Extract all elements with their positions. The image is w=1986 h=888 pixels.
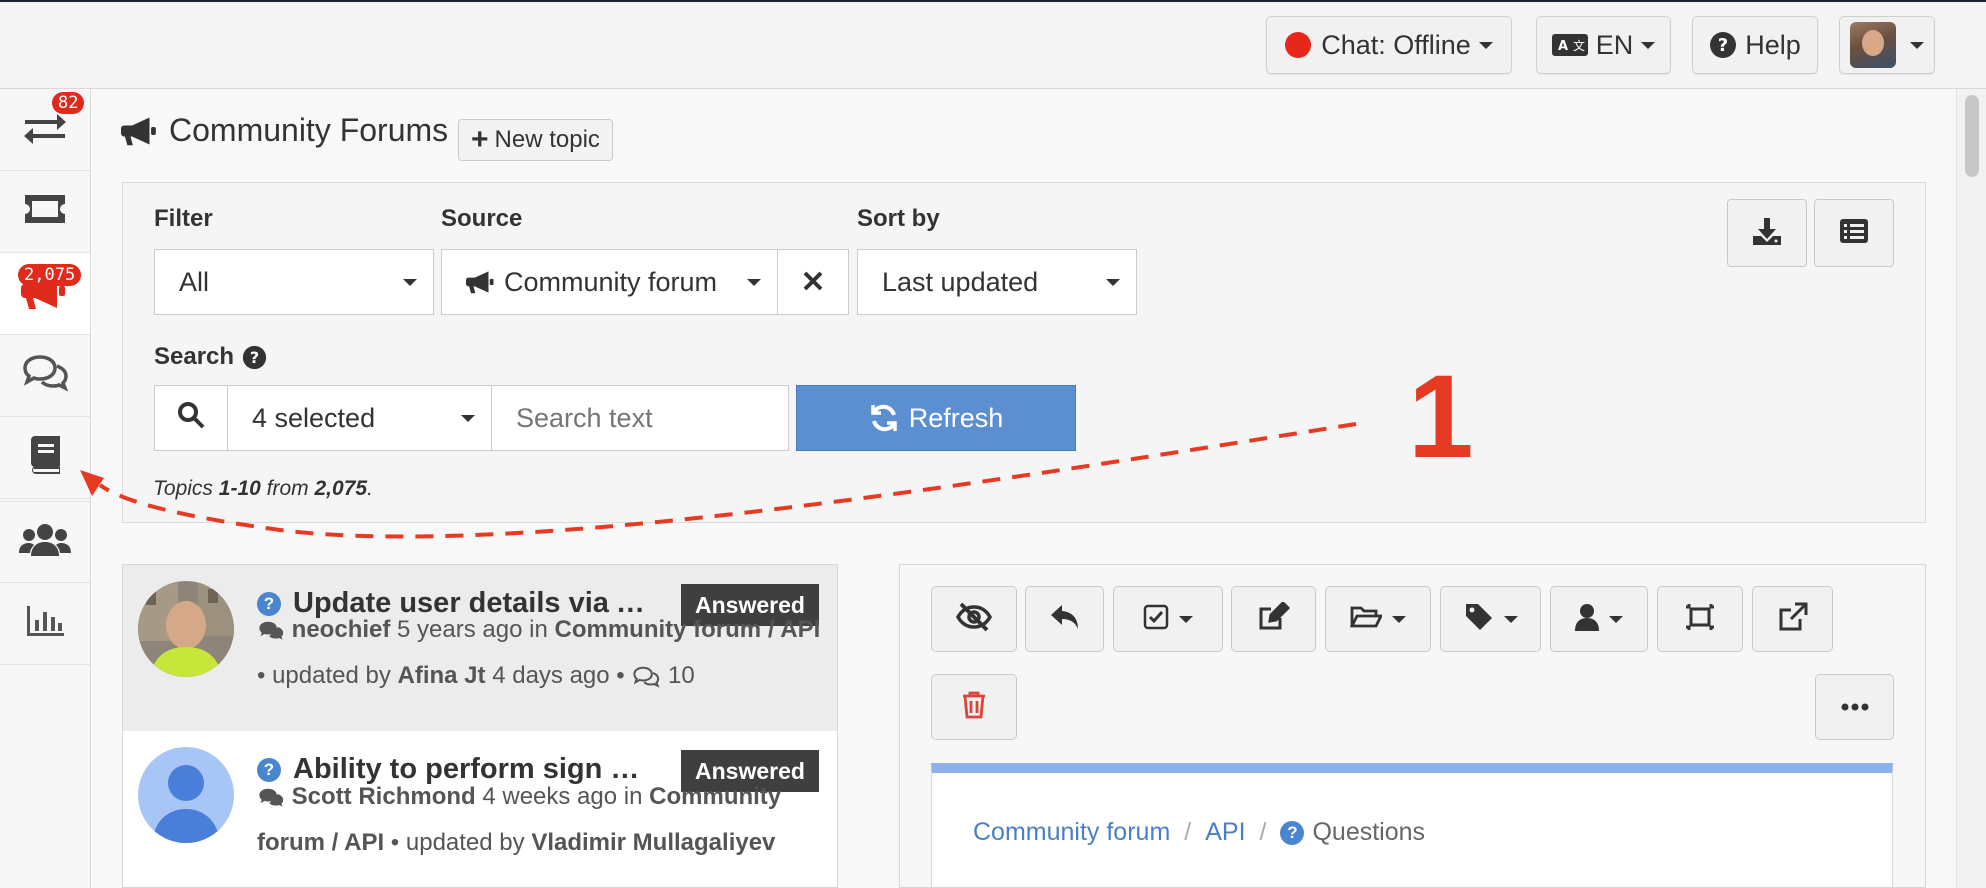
- list-item[interactable]: ? Update user details via API Answered n…: [123, 565, 837, 731]
- topic-meta: Scott Richmond 4 weeks ago in Community …: [257, 774, 827, 866]
- eye-slash-icon: [955, 602, 993, 637]
- chevron-down-icon: [1179, 615, 1193, 623]
- annotation-number: 1: [1408, 351, 1474, 483]
- reply-icon: [1050, 604, 1080, 635]
- delete-button[interactable]: [931, 674, 1017, 740]
- external-link-icon: [1778, 602, 1808, 637]
- fullscreen-button[interactable]: [1657, 586, 1743, 652]
- comments-icon: [257, 787, 285, 809]
- topic-author[interactable]: Scott Richmond: [292, 783, 476, 810]
- assign-dropdown-button[interactable]: [1550, 586, 1648, 652]
- topic-time: 5 years ago: [397, 616, 523, 643]
- reply-button[interactable]: [1025, 586, 1104, 652]
- chevron-down-icon: [1503, 615, 1518, 623]
- topic-updater[interactable]: Vladimir Mullagaliyev: [531, 829, 775, 856]
- expand-icon: [1685, 603, 1715, 636]
- breadcrumb: Community forum / API / ? Questions: [973, 818, 1425, 847]
- topic-meta: neochief 5 years ago in Community forum …: [257, 607, 827, 699]
- edit-button[interactable]: [1231, 586, 1316, 652]
- question-icon: ?: [1280, 820, 1305, 845]
- topic-updated-text: • updated by: [390, 829, 525, 856]
- topic-in: in: [529, 616, 548, 643]
- topic-replies: 10: [668, 662, 695, 689]
- topic-updated-text: • updated by: [257, 662, 391, 689]
- breadcrumb-current: Questions: [1312, 818, 1426, 846]
- chevron-down-icon: [1392, 615, 1406, 623]
- move-dropdown-button[interactable]: [1325, 586, 1431, 652]
- tags-dropdown-button[interactable]: [1440, 586, 1541, 652]
- more-horizontal-icon: [1841, 698, 1869, 716]
- user-icon: [1575, 603, 1599, 636]
- list-item[interactable]: ? Ability to perform sign up via API Ans…: [123, 731, 837, 887]
- breadcrumb-separator: /: [1259, 818, 1267, 846]
- breadcrumb-section[interactable]: API: [1205, 818, 1245, 847]
- topic-in: in: [623, 783, 643, 810]
- chevron-down-icon: [1609, 615, 1623, 623]
- topic-list: ? Update user details via API Answered n…: [122, 564, 838, 888]
- checkbox-icon: [1143, 604, 1169, 635]
- avatar: [138, 581, 234, 677]
- topic-updated-time: 4 days ago •: [492, 662, 625, 689]
- breadcrumb-forum[interactable]: Community forum: [973, 818, 1170, 847]
- topic-category[interactable]: Community forum / API: [554, 616, 820, 643]
- avatar: [138, 747, 234, 843]
- more-actions-button[interactable]: [1815, 674, 1894, 740]
- topic-updater[interactable]: Afina Jt: [398, 662, 486, 689]
- tag-icon: [1464, 602, 1494, 637]
- breadcrumb-separator: /: [1184, 818, 1192, 846]
- replies-icon: [631, 666, 661, 688]
- trash-icon: [962, 691, 986, 724]
- folder-open-icon: [1349, 604, 1384, 635]
- topic-author[interactable]: neochief: [292, 616, 391, 643]
- status-dropdown-button[interactable]: [1113, 586, 1223, 652]
- edit-icon: [1258, 600, 1290, 637]
- topic-time: 4 weeks ago: [482, 783, 618, 810]
- hide-button[interactable]: [931, 586, 1017, 652]
- comments-icon: [257, 620, 285, 642]
- open-external-button[interactable]: [1752, 586, 1833, 652]
